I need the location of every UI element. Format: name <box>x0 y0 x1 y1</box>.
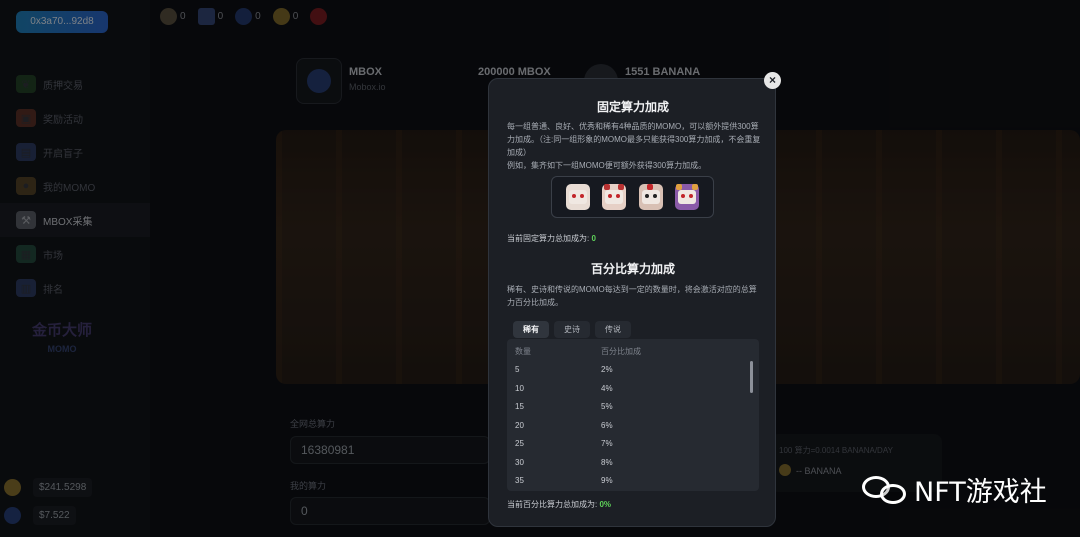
quantity-cell: 30 <box>515 457 524 467</box>
table-row: 35 9% <box>507 472 759 491</box>
close-modal-button[interactable]: × <box>764 72 781 89</box>
percent-cell: 2% <box>601 365 613 374</box>
percent-cell: 9% <box>601 476 613 485</box>
wechat-icon <box>862 472 908 508</box>
fixed-bonus-total: 当前固定算力总加成为: 0 <box>507 233 596 244</box>
momo-excellent-icon <box>638 184 663 210</box>
table-header: 数量 百分比加成 <box>507 339 759 361</box>
quantity-cell: 20 <box>515 420 524 430</box>
percent-bonus-total-label: 当前百分比算力总加成为: <box>507 500 598 509</box>
tab-epic[interactable]: 史诗 <box>554 321 590 338</box>
percent-bonus-title: 百分比算力加成 <box>590 262 675 276</box>
bonus-modal: 固定算力加成 每一组普通、良好、优秀和稀有4种品质的MOMO，可以额外提供300… <box>488 78 776 527</box>
percent-bonus-total: 当前百分比算力总加成为: 0% <box>507 499 611 510</box>
watermark-text: NFT游戏社 <box>914 477 1047 508</box>
quantity-cell: 25 <box>515 439 524 448</box>
quantity-cell: 10 <box>515 383 524 393</box>
fixed-bonus-desc-1: 每一组普通、良好、优秀和稀有4种品质的MOMO，可以额外提供300算力加成。（注… <box>507 122 761 157</box>
fixed-bonus-title: 固定算力加成 <box>596 100 669 114</box>
table-row: 30 8% <box>507 454 759 473</box>
table-scrollbar[interactable] <box>750 361 753 393</box>
watermark: NFT游戏社 <box>862 470 1047 509</box>
percent-cell: 8% <box>601 457 613 467</box>
column-header-quantity: 数量 <box>515 347 531 356</box>
fixed-bonus-desc-2: 例如，集齐如下一组MOMO便可额外获得300算力加成。 <box>507 161 707 170</box>
fixed-bonus-total-label: 当前固定算力总加成为: <box>507 234 590 243</box>
percent-bonus-total-value: 0% <box>599 500 612 509</box>
rarity-tabs: 稀有 史诗 传说 <box>513 321 636 338</box>
momo-rare-icon <box>674 184 699 210</box>
bonus-table[interactable]: 数量 百分比加成 5 2% 10 4% 15 5% 20 6% 25 7% 30 8% 35… <box>507 339 759 491</box>
table-row: 20 6% <box>507 417 759 436</box>
table-row: 5 2% <box>507 361 759 380</box>
percent-bonus-description: 稀有、史诗和传说的MOMO每达到一定的数量时，将会激活对应的总算力百分比加成。 <box>507 285 757 307</box>
percent-cell: 6% <box>601 420 613 430</box>
table-row: 10 4% <box>507 380 759 399</box>
table-row: 25 7% <box>507 435 759 454</box>
column-header-percent: 百分比加成 <box>601 347 641 356</box>
momo-good-icon <box>602 184 627 210</box>
percent-cell: 7% <box>601 439 613 448</box>
quantity-cell: 15 <box>515 402 524 411</box>
percent-cell: 4% <box>601 383 613 393</box>
tab-legendary[interactable]: 传说 <box>595 321 631 338</box>
tab-rare[interactable]: 稀有 <box>513 321 549 338</box>
momo-example-set <box>551 176 714 218</box>
table-row: 15 5% <box>507 398 759 417</box>
fixed-bonus-total-value: 0 <box>591 234 596 243</box>
percent-cell: 5% <box>601 402 613 411</box>
quantity-cell: 5 <box>515 365 520 374</box>
quantity-cell: 35 <box>515 476 524 485</box>
momo-common-icon <box>566 184 591 210</box>
fixed-bonus-description: 每一组普通、良好、优秀和稀有4种品质的MOMO，可以额外提供300算力加成。（注… <box>507 120 761 172</box>
